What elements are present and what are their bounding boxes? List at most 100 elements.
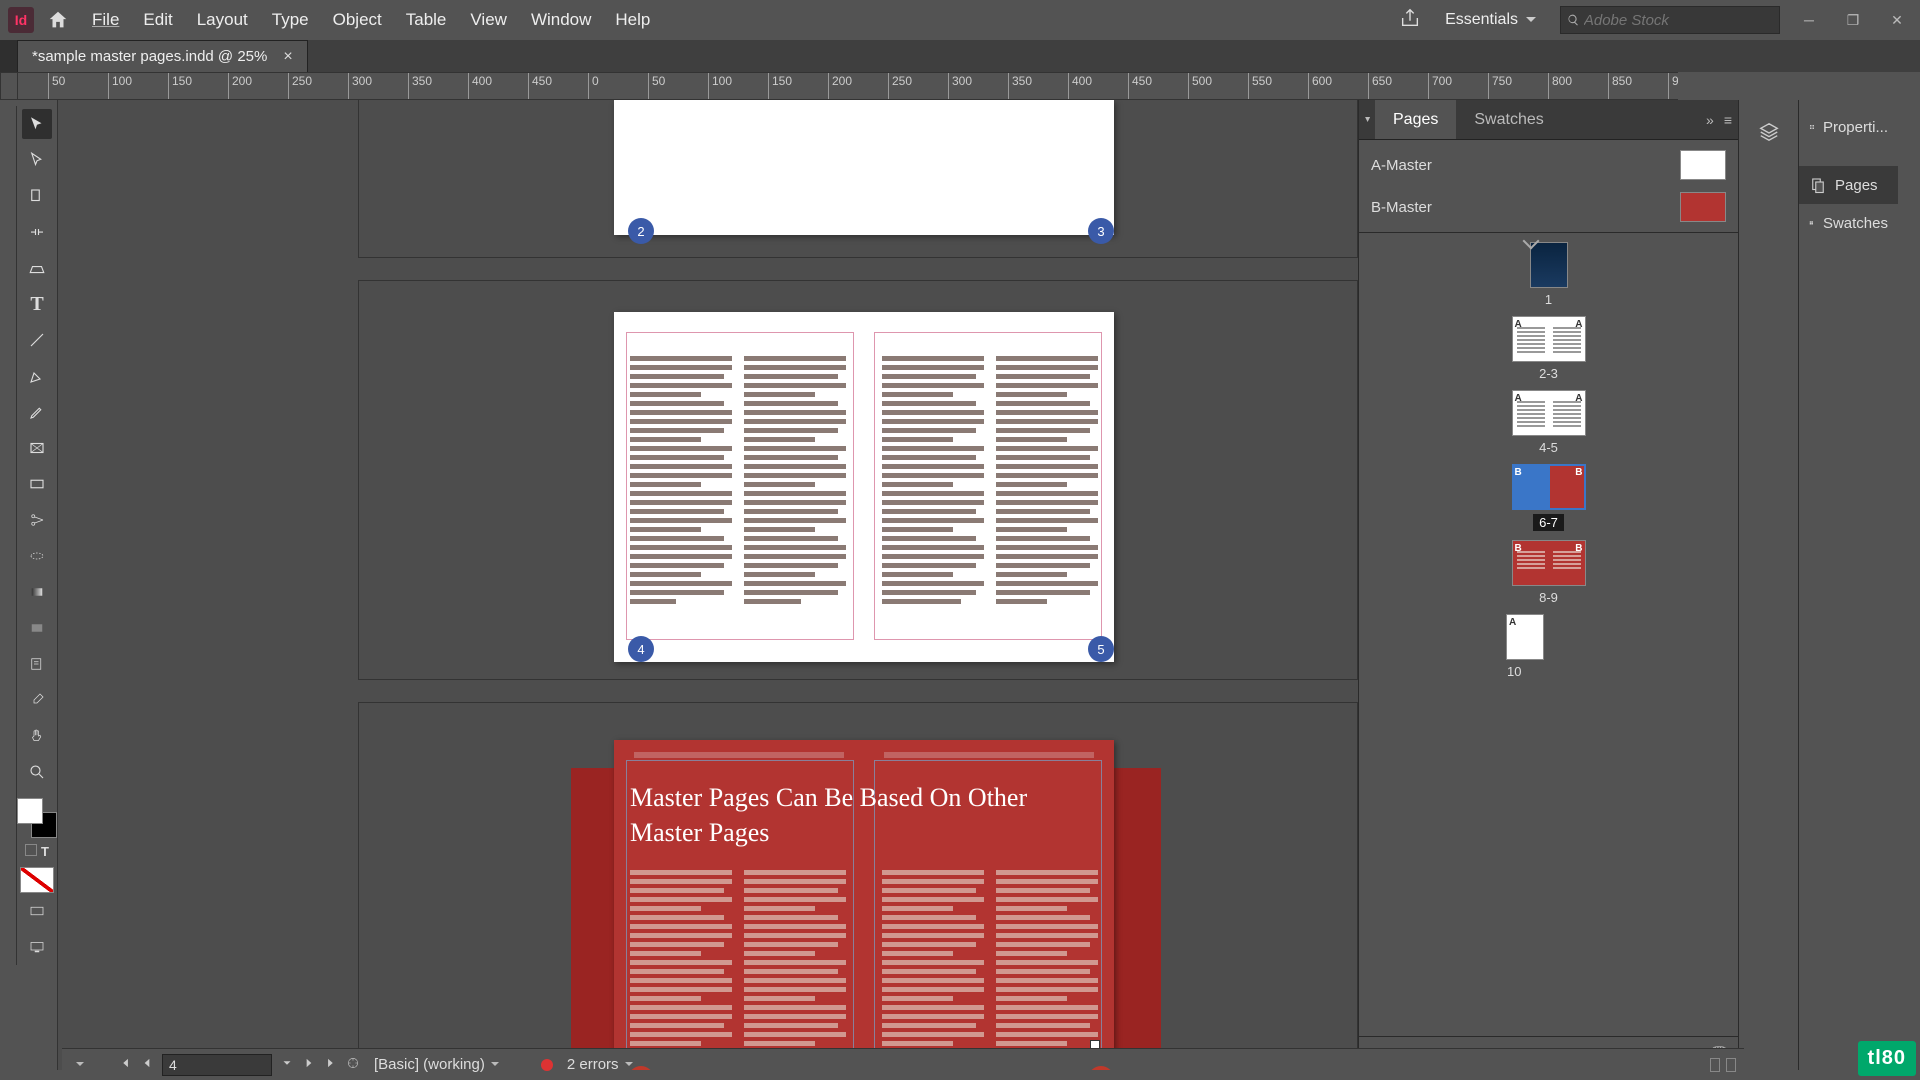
- page-thumb-3[interactable]: A: [1549, 317, 1585, 361]
- spread-thumb-6-7[interactable]: B B 6-7: [1359, 465, 1738, 531]
- spread-thumb-10[interactable]: A 10: [1359, 615, 1738, 679]
- workspace-dropdown[interactable]: Essentials: [1435, 7, 1546, 33]
- note-tool[interactable]: [22, 649, 52, 679]
- fill-stroke-swatch[interactable]: [17, 798, 57, 838]
- adobe-stock-search[interactable]: [1560, 6, 1780, 34]
- last-page-button[interactable]: [324, 1056, 338, 1074]
- tab-swatches[interactable]: Swatches: [1456, 100, 1561, 139]
- spread-thumb-8-9[interactable]: B B 8-9: [1359, 541, 1738, 605]
- headline-text-frame[interactable]: Master Pages Can Be Based On Other Maste…: [630, 780, 1070, 850]
- spread-thumb-1[interactable]: 1: [1359, 243, 1738, 307]
- master-thumb-b[interactable]: [1680, 192, 1726, 222]
- panel-menu-icon[interactable]: ≡: [1724, 112, 1732, 128]
- page-thumb-8[interactable]: B: [1513, 541, 1549, 585]
- view-mode-toggle[interactable]: [22, 896, 52, 926]
- line-tool[interactable]: [22, 325, 52, 355]
- page-thumb-7[interactable]: B: [1549, 465, 1585, 509]
- pencil-tool[interactable]: [22, 397, 52, 427]
- preflight-errors-dropdown[interactable]: 2 errors: [561, 1054, 639, 1075]
- rectangle-tool[interactable]: [22, 469, 52, 499]
- menu-type[interactable]: Type: [262, 4, 319, 36]
- page-thumb-4[interactable]: A: [1513, 391, 1549, 435]
- close-tab-icon[interactable]: ×: [283, 48, 292, 66]
- page-2[interactable]: [614, 100, 864, 235]
- page-5[interactable]: [864, 312, 1114, 662]
- horizontal-ruler[interactable]: 5010015020025030035040045005010015020025…: [18, 72, 1678, 100]
- scissors-tool[interactable]: [22, 505, 52, 535]
- apply-to-text-icon[interactable]: T: [41, 844, 49, 859]
- master-row-b[interactable]: B-Master: [1359, 186, 1738, 228]
- tab-pages[interactable]: Pages: [1375, 100, 1456, 139]
- layers-panel-icon[interactable]: [1747, 112, 1791, 152]
- page-number-input[interactable]: [162, 1054, 272, 1076]
- preflight-profile-dropdown[interactable]: [Basic] (working): [368, 1054, 505, 1075]
- zoom-tool[interactable]: [22, 757, 52, 787]
- hand-tool[interactable]: [22, 721, 52, 751]
- free-transform-tool[interactable]: [22, 541, 52, 571]
- pages-panel: ▸ Pages Swatches » ≡ A-Master B-Master: [1358, 100, 1738, 1070]
- menu-help[interactable]: Help: [605, 4, 660, 36]
- fill-color[interactable]: [17, 798, 43, 824]
- spread-2-3[interactable]: [614, 100, 1114, 235]
- collapse-panel-icon[interactable]: ▸: [1362, 117, 1373, 122]
- collapsed-panel-iconbar: [1738, 100, 1798, 1070]
- document-tab[interactable]: *sample master pages.indd @ 25% ×: [18, 40, 308, 72]
- spread-4-5[interactable]: [614, 312, 1114, 662]
- page-dropdown-icon[interactable]: [280, 1056, 294, 1074]
- menu-window[interactable]: Window: [521, 4, 601, 36]
- menu-view[interactable]: View: [460, 4, 517, 36]
- split-view-controls[interactable]: [1710, 1058, 1736, 1072]
- spread-thumb-4-5[interactable]: A A 4-5: [1359, 391, 1738, 455]
- spread-thumb-2-3[interactable]: A A 2-3: [1359, 317, 1738, 381]
- ruler-origin[interactable]: [0, 72, 18, 100]
- share-icon[interactable]: [1399, 7, 1421, 34]
- direct-selection-tool[interactable]: [22, 145, 52, 175]
- rectangle-frame-tool[interactable]: [22, 433, 52, 463]
- master-thumb-a[interactable]: [1680, 150, 1726, 180]
- open-navigator-icon[interactable]: [346, 1056, 360, 1074]
- page-4[interactable]: [614, 312, 864, 662]
- menu-file[interactable]: File: [82, 4, 129, 36]
- adobe-stock-input[interactable]: [1584, 12, 1773, 29]
- apply-none-icon[interactable]: [20, 867, 54, 893]
- home-icon[interactable]: [38, 0, 78, 40]
- page-thumb-6[interactable]: B: [1513, 465, 1549, 509]
- side-tab-swatches[interactable]: Swatches: [1799, 204, 1898, 242]
- document-canvas[interactable]: 2 3 4 5: [58, 100, 1358, 1070]
- first-page-button[interactable]: [118, 1056, 132, 1074]
- menu-layout[interactable]: Layout: [187, 4, 258, 36]
- page-thumb-9[interactable]: B: [1549, 541, 1585, 585]
- page-thumb-1[interactable]: [1531, 243, 1567, 287]
- vertical-ruler[interactable]: [0, 106, 17, 965]
- content-collector-tool[interactable]: [22, 253, 52, 283]
- apply-to-container-icon[interactable]: [25, 844, 37, 856]
- eyedropper-tool[interactable]: [22, 685, 52, 715]
- gradient-feather-tool[interactable]: [22, 613, 52, 643]
- page-tool[interactable]: [22, 181, 52, 211]
- prev-page-button[interactable]: [140, 1056, 154, 1074]
- expand-panel-icon[interactable]: »: [1706, 112, 1714, 128]
- page-3[interactable]: [864, 100, 1114, 235]
- window-restore-icon[interactable]: ❐: [1838, 5, 1868, 35]
- gradient-swatch-tool[interactable]: [22, 577, 52, 607]
- selection-tool[interactable]: [22, 109, 52, 139]
- page-thumb-10[interactable]: A: [1507, 615, 1543, 659]
- spread-6-7[interactable]: Master Pages Can Be Based On Other Maste…: [614, 740, 1114, 1070]
- window-close-icon[interactable]: ✕: [1882, 5, 1912, 35]
- type-tool[interactable]: T: [22, 289, 52, 319]
- side-tab-properties[interactable]: Properti...: [1799, 108, 1898, 146]
- pen-tool[interactable]: [22, 361, 52, 391]
- menu-table[interactable]: Table: [396, 4, 457, 36]
- menu-object[interactable]: Object: [323, 4, 392, 36]
- menu-edit[interactable]: Edit: [133, 4, 182, 36]
- page-thumbnails-area[interactable]: 1 A A 2-3 A A 4-5: [1359, 233, 1738, 1036]
- side-tab-pages[interactable]: Pages: [1799, 166, 1898, 204]
- page-thumb-5[interactable]: A: [1549, 391, 1585, 435]
- zoom-dropdown[interactable]: [70, 1057, 110, 1072]
- window-minimize-icon[interactable]: ─: [1794, 5, 1824, 35]
- next-page-button[interactable]: [302, 1056, 316, 1074]
- screen-mode-toggle[interactable]: [22, 932, 52, 962]
- page-thumb-2[interactable]: A: [1513, 317, 1549, 361]
- gap-tool[interactable]: [22, 217, 52, 247]
- master-row-a[interactable]: A-Master: [1359, 144, 1738, 186]
